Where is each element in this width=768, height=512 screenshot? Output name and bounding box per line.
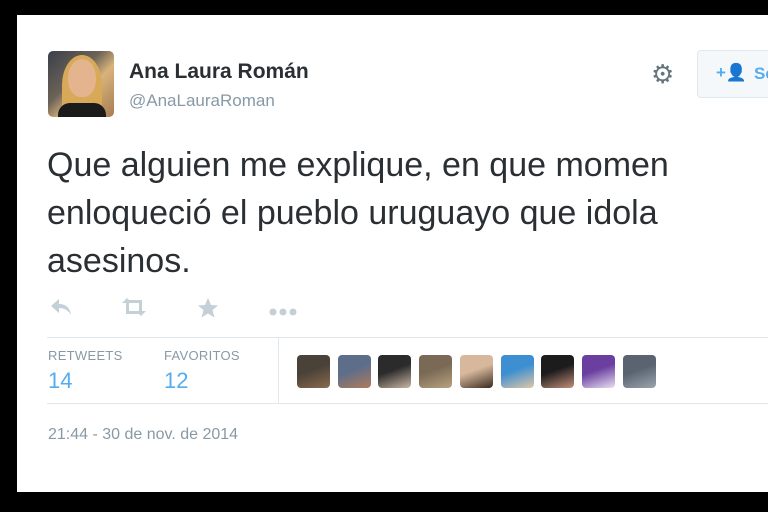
gear-icon[interactable]: ⚙ [651,59,674,89]
favoriter-avatar-9[interactable] [622,355,656,388]
tweet-text: Que alguien me explique, en que momen en… [47,141,768,285]
divider [47,403,768,404]
timestamp[interactable]: 21:44 - 30 de nov. de 2014 [48,426,238,444]
favoriter-avatar-3[interactable] [378,355,412,388]
follow-button[interactable]: +👤 Se [697,50,768,98]
retweet-icon[interactable] [119,297,149,323]
divider [47,337,768,338]
favoriter-avatar-6[interactable] [500,355,534,388]
favorites-count[interactable]: 12 [164,368,188,394]
favoriter-avatar-2[interactable] [337,355,371,388]
tweet-line: Que alguien me explique, en que momen [47,146,669,184]
profile-avatar[interactable] [48,51,114,117]
more-icon[interactable] [268,297,298,323]
favoriter-avatar-5[interactable] [459,355,493,388]
add-user-icon: +👤 [716,63,748,82]
favorites-label: FAVORITOS [164,348,240,363]
favoriter-avatar-7[interactable] [541,355,575,388]
tweet-line: asesinos. [47,242,191,280]
retweets-count[interactable]: 14 [48,368,72,394]
favorite-icon[interactable] [197,297,219,325]
retweets-label: RETWEETS [48,348,123,363]
display-name[interactable]: Ana Laura Román [129,60,309,84]
tweet-card: Ana Laura Román @AnaLauraRoman ⚙ +👤 Se Q… [17,15,768,492]
stats-separator [278,337,279,403]
favoriter-avatar-4[interactable] [419,355,453,388]
user-handle[interactable]: @AnaLauraRoman [129,91,275,111]
avatar-face [68,59,96,97]
favoriter-avatar-8[interactable] [581,355,615,388]
reply-icon[interactable] [49,297,73,323]
tweet-line: enloqueció el pueblo uruguayo que idola [47,194,658,232]
follow-label: Se [754,64,768,83]
avatar-clothing [58,103,106,117]
favoriter-avatar-1[interactable] [297,355,330,388]
